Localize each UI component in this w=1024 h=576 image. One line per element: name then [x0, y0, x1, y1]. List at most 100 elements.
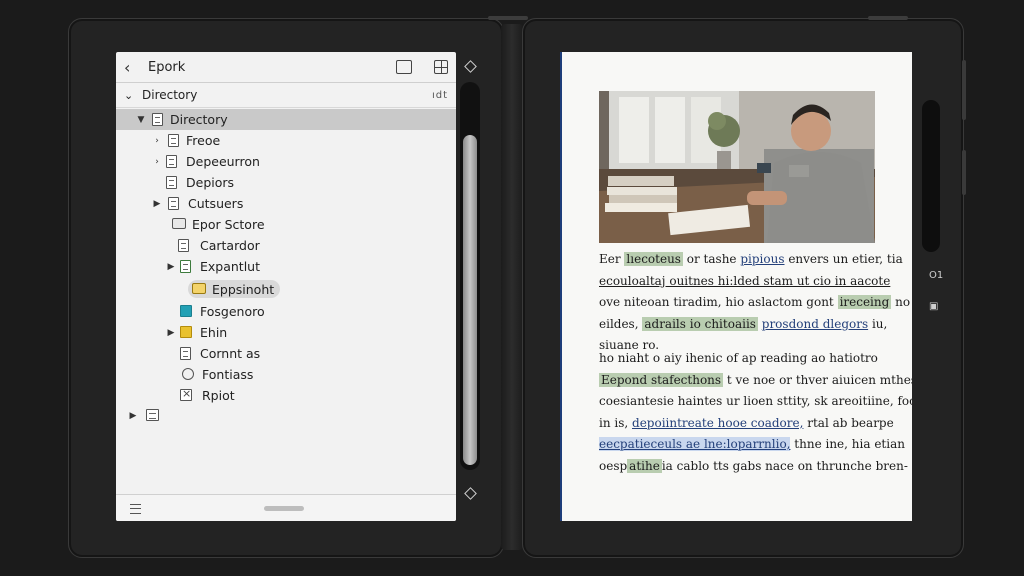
window-icon[interactable] [396, 60, 412, 74]
document-icon [166, 176, 177, 189]
text-run: envers un etier, tia [784, 252, 903, 266]
expand-arrow-icon[interactable]: ▼ [136, 115, 146, 125]
grid-view-icon[interactable] [434, 60, 448, 74]
volume-button[interactable] [962, 60, 966, 120]
text-run: rtal ab bearpe [803, 415, 894, 430]
device-hinge [501, 24, 523, 550]
text-line: ove niteoan tiradim, hio aslactom gont i… [599, 292, 910, 314]
text-run: coesiantesie haintes ur lioen sttity, sk… [599, 394, 912, 408]
teal-file-icon [180, 305, 192, 317]
expand-arrow-icon[interactable]: › [152, 136, 162, 146]
green-document-icon [180, 260, 191, 273]
text-run: no [891, 295, 911, 309]
expand-arrow-icon[interactable]: ▶ [128, 411, 138, 421]
directory-header[interactable]: ⌄ Directory ıdt [116, 83, 456, 108]
highlighted-text[interactable]: Eepond stafecthons [599, 372, 724, 387]
highlighted-text[interactable]: pipious [740, 252, 784, 266]
text-run: eildes, [599, 316, 643, 331]
text-line: oesp atihe ia cablo tts gabs nace on thrun… [599, 456, 908, 478]
tree-row[interactable]: Fontiass [116, 364, 456, 385]
text-run: or tashe [682, 252, 741, 266]
document-icon [166, 155, 177, 168]
hinge-top-nub [488, 16, 528, 20]
text-line: ho niaht o aiy ihenic of ap reading ao h… [599, 348, 881, 370]
tree-row-label: Fontiass [202, 367, 254, 382]
tree-row-label: Cutsuers [188, 196, 244, 211]
text-run: ia cablo tts gabs nace on thrunche bren- [661, 458, 908, 473]
expand-arrow-icon[interactable]: ▶ [166, 328, 176, 338]
tree-row[interactable]: Cornnt as [116, 343, 456, 364]
man-reading-illustration [599, 91, 875, 243]
text-line: eecpatieceuls ae lne:loparrnlio, thne in… [599, 434, 905, 456]
document-icon [168, 134, 179, 147]
tree-row[interactable]: ▶ Expantlut [116, 256, 456, 277]
tree-row[interactable]: Epor Sctore [116, 214, 456, 235]
back-arrow-icon[interactable]: ‹ [124, 58, 140, 77]
highlighted-text[interactable]: lıecoteus [624, 252, 683, 266]
expand-arrow-icon[interactable]: ▶ [166, 262, 176, 272]
circle-icon [182, 368, 194, 380]
tree-row-label: Ehin [200, 325, 228, 340]
file-browser-screen: ‹ Epork ⌄ Directory ıdt ▼ Directory › Freoe… [116, 52, 456, 521]
text-line: Eepond stafecthons t ve noe or thver aiu… [599, 370, 912, 392]
yellow-file-icon [180, 326, 192, 338]
tree-row-label: Eppsinoht [212, 282, 275, 297]
home-indicator[interactable] [264, 506, 304, 511]
document-icon [180, 347, 191, 360]
scroll-thumb[interactable] [463, 135, 477, 465]
power-button-top[interactable] [868, 16, 908, 20]
tree-row-label: Rpiot [202, 388, 235, 403]
highlighted-text[interactable]: ecouloaltaj ouitnes hi:lded stam ut cio … [599, 274, 890, 288]
text-run: ho niaht o aiy ihenic of ap reading ao h… [599, 351, 878, 365]
tree-row[interactable]: ▶ Cutsuers [116, 193, 456, 214]
article-paragraph-2: ho niaht o aiy ihenic of ap reading ao h… [599, 348, 912, 478]
tree-row-label: Expantlut [200, 259, 261, 274]
document-icon [178, 239, 189, 252]
document-icon [152, 113, 163, 126]
calendar-icon [146, 409, 159, 421]
highlighted-text[interactable]: adrails io chitoaiis [642, 316, 758, 331]
tree-row[interactable]: Fosgenoro [116, 301, 456, 322]
right-side-slot [922, 100, 940, 252]
highlighted-text[interactable]: ireceing [837, 295, 892, 309]
highlighted-text[interactable]: eecpatieceuls ae lne:loparrnlio, [599, 437, 791, 451]
text-run: thne ine, hia etian [790, 437, 905, 451]
reader-screen: Eer lıecoteus or tashe pipious envers un… [560, 52, 912, 521]
tree-row[interactable]: Rpiot [116, 385, 456, 406]
text-run: ove niteoan tiradim, hio aslactom gont [599, 295, 838, 309]
side-button[interactable] [962, 150, 966, 195]
menu-icon[interactable] [130, 504, 141, 514]
tree-row-label: Freoe [186, 133, 221, 148]
highlighted-text[interactable]: prosdond dlegors [762, 317, 868, 331]
status-icon-bottom[interactable]: ▣ [929, 301, 938, 312]
header-extra-label[interactable]: ıdt [432, 90, 448, 101]
text-run: iu, [868, 316, 888, 331]
text-line: ecouloaltaj ouitnes hi:lded stam ut cio … [599, 271, 890, 293]
tree-row[interactable]: ▶ [116, 405, 456, 426]
tree-row-label: Cornnt as [200, 346, 261, 361]
tree-row[interactable]: › Depeeurron [116, 151, 456, 172]
text-run: in is, [599, 415, 633, 430]
expand-arrow-icon[interactable]: › [152, 157, 162, 167]
tree-row[interactable]: › Freoe [116, 130, 456, 151]
tree-row[interactable]: Cartardor [116, 235, 456, 256]
text-line: Eer lıecoteus or tashe pipious envers un… [599, 249, 903, 271]
toolbar-title: Epork [148, 59, 186, 75]
tree-row[interactable]: ▶ Ehin [116, 322, 456, 343]
text-run: oesp [599, 458, 628, 473]
tree-row[interactable]: Depiors [116, 172, 456, 193]
tree-row-label: Fosgenoro [200, 304, 265, 319]
tree-row[interactable]: ▼ Directory [116, 109, 456, 130]
text-run: Eer [599, 252, 625, 266]
expand-arrow-icon[interactable]: ▶ [152, 199, 162, 209]
text-run: t ve noe or thver aiuicen mthes [723, 372, 912, 387]
directory-header-title: Directory [142, 88, 198, 102]
status-label-top: O1 [929, 270, 944, 281]
highlighted-text[interactable]: depoiintreate hooe coadore, [632, 416, 803, 430]
browser-footer [116, 494, 456, 521]
highlighted-text[interactable]: atihe [627, 458, 662, 473]
tree-row-label: Directory [170, 112, 228, 127]
tree-row-label: Depeeurron [186, 154, 260, 169]
text-line: in is, depoiintreate hooe coadore, rtal … [599, 413, 894, 435]
tree-row[interactable]: Eppsinoht [116, 279, 456, 300]
